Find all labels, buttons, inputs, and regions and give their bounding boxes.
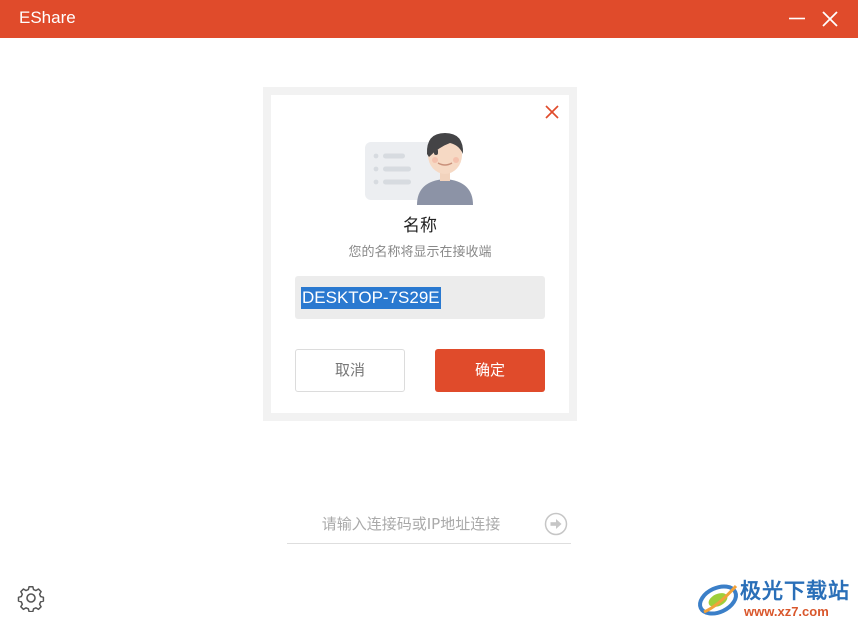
watermark-logo-icon bbox=[698, 584, 738, 616]
dialog-subtitle: 您的名称将显示在接收端 bbox=[348, 245, 492, 260]
watermark: 极光下载站 www.xz7.com bbox=[696, 574, 854, 624]
device-name-value: DESKTOP-7S29E bbox=[301, 287, 441, 309]
minimize-icon bbox=[789, 17, 805, 20]
gear-icon bbox=[17, 585, 45, 613]
connect-code-input[interactable]: 请输入连接码或IP地址连接 bbox=[287, 508, 535, 540]
cancel-button[interactable]: 取消 bbox=[295, 349, 405, 392]
confirm-button[interactable]: 确定 bbox=[435, 349, 545, 392]
user-card-icon bbox=[365, 133, 473, 205]
dialog-close-button[interactable] bbox=[543, 103, 561, 121]
app-title: EShare bbox=[19, 8, 76, 27]
window-close-button[interactable] bbox=[815, 4, 845, 34]
name-dialog: 名称 您的名称将显示在接收端 DESKTOP-7S29E 取消 确定 bbox=[271, 95, 569, 413]
settings-button[interactable] bbox=[17, 584, 45, 613]
watermark-brand: 极光下载站 bbox=[740, 579, 850, 603]
connect-submit-button[interactable] bbox=[544, 512, 568, 536]
arrow-right-circle-icon bbox=[544, 512, 568, 536]
close-icon bbox=[545, 105, 559, 119]
title-bar: EShare bbox=[0, 0, 858, 38]
device-name-input[interactable]: DESKTOP-7S29E bbox=[295, 276, 545, 319]
close-icon bbox=[822, 11, 838, 27]
watermark-url: www.xz7.com bbox=[744, 604, 829, 619]
connect-input-underline bbox=[287, 543, 571, 544]
dialog-title: 名称 bbox=[403, 216, 437, 236]
minimize-button[interactable] bbox=[782, 4, 812, 34]
